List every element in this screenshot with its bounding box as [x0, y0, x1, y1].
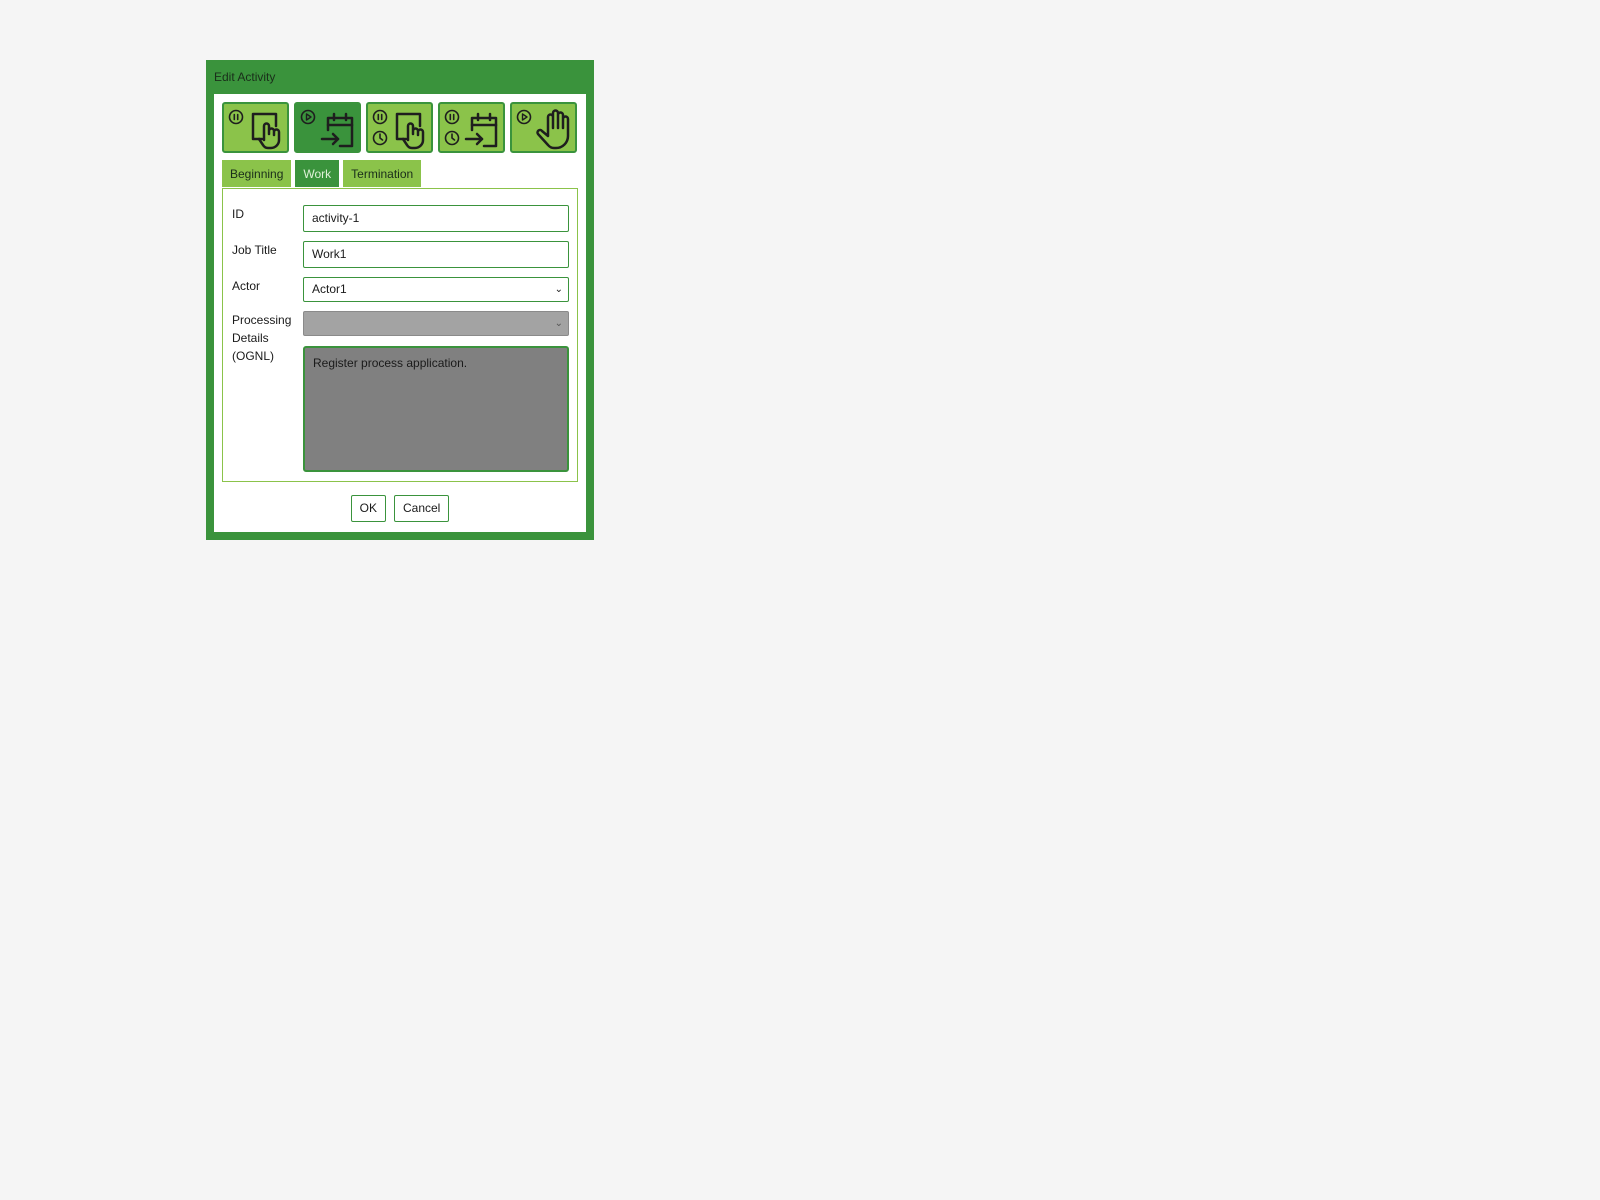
- id-label: ID: [232, 207, 244, 221]
- dialog-footer: OK Cancel: [214, 495, 586, 522]
- job-title-input[interactable]: Work1: [303, 241, 569, 268]
- type-button-pause-timer-touch[interactable]: [366, 102, 433, 153]
- pause-timer-calendar-arrow-icon: [444, 109, 498, 148]
- tab-termination[interactable]: Termination: [343, 160, 422, 187]
- chevron-down-icon: ⌄: [554, 318, 563, 329]
- tab-work[interactable]: Work: [295, 160, 340, 187]
- work-tab-panel: ID activity-1 Job Title Work1 Actor Acto…: [222, 188, 578, 482]
- activity-type-toolbar: [222, 102, 577, 153]
- tab-bar: Beginning Work Termination: [222, 160, 422, 187]
- processing-details-textarea[interactable]: Register process application.: [303, 346, 569, 472]
- processing-details-select[interactable]: ⌄: [303, 311, 569, 336]
- dialog-body: Beginning Work Termination ID activity-1…: [214, 94, 586, 532]
- tab-beginning[interactable]: Beginning: [222, 160, 292, 187]
- play-calendar-arrow-icon: [300, 109, 354, 148]
- type-button-pause-touch[interactable]: [222, 102, 289, 153]
- type-button-pause-timer-calendar[interactable]: [438, 102, 505, 153]
- id-input[interactable]: activity-1: [303, 205, 569, 232]
- actor-select-value: Actor1: [312, 282, 347, 296]
- processing-label-line1: Processing: [232, 313, 292, 327]
- processing-label-line3: (OGNL): [232, 349, 274, 363]
- pause-timer-touch-icon: [372, 109, 425, 150]
- play-hand-stop-icon: [516, 109, 570, 150]
- cancel-button[interactable]: Cancel: [393, 495, 450, 522]
- ok-button[interactable]: OK: [350, 495, 386, 522]
- processing-label-line2: Details: [232, 331, 269, 345]
- pause-touch-icon: [228, 109, 281, 150]
- type-button-play-calendar[interactable]: [294, 102, 361, 153]
- type-button-play-hand[interactable]: [510, 102, 577, 153]
- chevron-down-icon: ⌄: [554, 284, 563, 295]
- dialog-title: Edit Activity: [214, 70, 276, 84]
- actor-select[interactable]: Actor1 ⌄: [303, 277, 569, 302]
- actor-label: Actor: [232, 279, 261, 293]
- job-title-label: Job Title: [232, 243, 277, 257]
- edit-activity-dialog: Edit Activity Beginning Work Termination…: [206, 60, 594, 540]
- processing-details-label: Processing Details (OGNL): [232, 311, 291, 365]
